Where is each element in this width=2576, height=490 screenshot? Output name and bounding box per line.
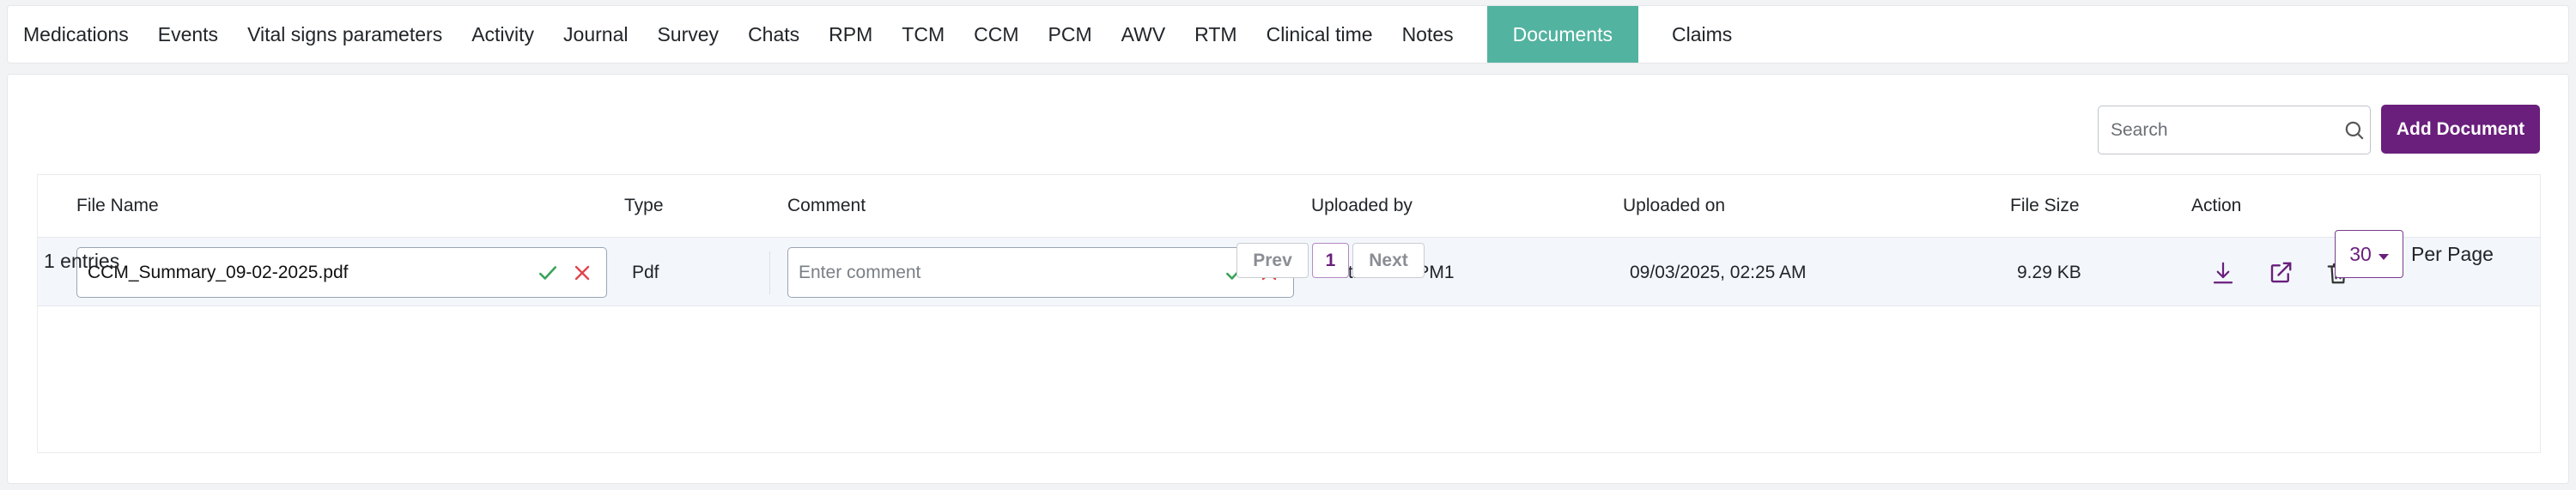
tab-survey[interactable]: Survey xyxy=(642,6,733,63)
per-page-select[interactable]: 30 xyxy=(2335,230,2403,278)
header-file-size: File Size xyxy=(2010,196,2080,215)
tab-rtm[interactable]: RTM xyxy=(1180,6,1251,63)
documents-panel: Add Document File Name Type Comment Uplo… xyxy=(7,74,2569,484)
tab-chats[interactable]: Chats xyxy=(733,6,814,63)
next-page-button[interactable]: Next xyxy=(1352,243,1425,278)
header-comment: Comment xyxy=(787,196,866,215)
uploaded-on-cell: 09/03/2025, 02:25 AM xyxy=(1630,262,1807,282)
tab-pcm[interactable]: PCM xyxy=(1034,6,1107,63)
per-page-value: 30 xyxy=(2349,242,2372,265)
tab-vital-signs-parameters[interactable]: Vital signs parameters xyxy=(233,6,457,63)
comment-input[interactable] xyxy=(799,262,1214,283)
pagination: Prev 1 Next xyxy=(1236,243,1425,278)
entries-count: 1 entries xyxy=(44,249,120,272)
comment-editor xyxy=(787,247,1294,298)
open-external-icon[interactable] xyxy=(2266,258,2295,287)
tab-events[interactable]: Events xyxy=(143,6,233,63)
page-1-button[interactable]: 1 xyxy=(1312,243,1349,278)
search-icon[interactable] xyxy=(2343,117,2366,144)
header-type: Type xyxy=(624,196,664,215)
prev-page-button[interactable]: Prev xyxy=(1236,243,1309,278)
tab-notes[interactable]: Notes xyxy=(1388,6,1468,63)
tab-tcm[interactable]: TCM xyxy=(887,6,959,63)
tab-awv[interactable]: AWV xyxy=(1107,6,1181,63)
file-name-input[interactable] xyxy=(88,262,527,283)
search-box[interactable] xyxy=(2098,106,2371,154)
search-input[interactable] xyxy=(2111,119,2343,141)
tab-claims[interactable]: Claims xyxy=(1657,6,1747,63)
close-icon[interactable] xyxy=(568,259,596,287)
download-icon[interactable] xyxy=(2208,258,2238,287)
column-divider xyxy=(769,251,770,294)
file-name-editor xyxy=(76,247,607,298)
per-page-label: Per Page xyxy=(2411,242,2494,265)
header-uploaded-on: Uploaded on xyxy=(1623,196,1726,215)
caret-down-icon xyxy=(2378,243,2389,266)
table-header: File Name Type Comment Uploaded by Uploa… xyxy=(38,175,2540,237)
tab-activity[interactable]: Activity xyxy=(457,6,549,63)
header-file-name: File Name xyxy=(76,196,159,215)
tab-rpm[interactable]: RPM xyxy=(814,6,887,63)
documents-table: File Name Type Comment Uploaded by Uploa… xyxy=(37,174,2541,453)
tab-medications[interactable]: Medications xyxy=(8,6,143,63)
check-icon[interactable] xyxy=(534,259,562,287)
tab-clinical-time[interactable]: Clinical time xyxy=(1252,6,1388,63)
tab-bar: Medications Events Vital signs parameter… xyxy=(7,5,2569,64)
file-size-cell: 9.29 KB xyxy=(2017,262,2081,282)
tab-ccm[interactable]: CCM xyxy=(959,6,1033,63)
header-uploaded-by: Uploaded by xyxy=(1311,196,1413,215)
tab-documents[interactable]: Documents xyxy=(1486,6,1638,63)
header-action: Action xyxy=(2191,196,2242,215)
type-cell: Pdf xyxy=(632,262,659,282)
add-document-button[interactable]: Add Document xyxy=(2381,105,2540,154)
tab-journal[interactable]: Journal xyxy=(549,6,642,63)
